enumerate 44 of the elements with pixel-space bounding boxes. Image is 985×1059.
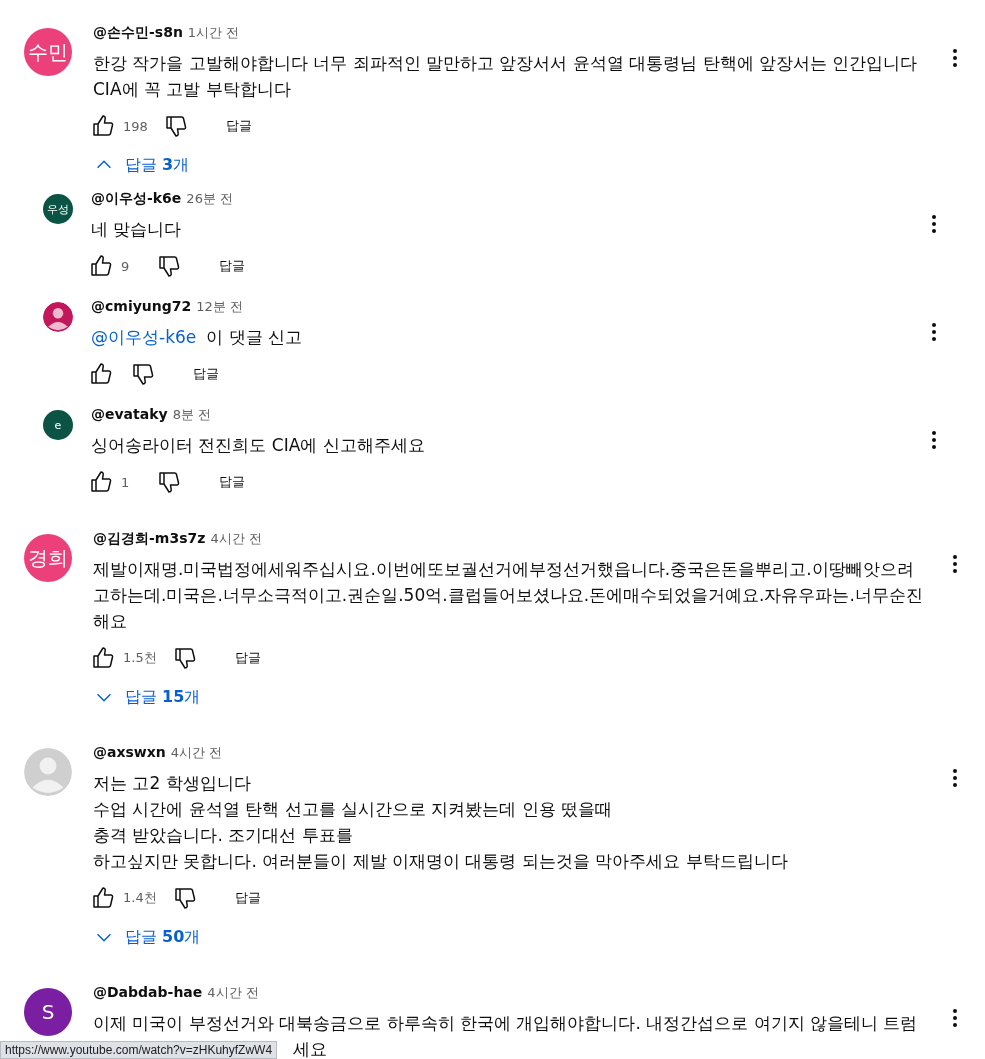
author-name[interactable]: @손수민-s8n [93, 24, 183, 42]
avatar[interactable]: 경희 [24, 534, 72, 582]
like-count: 1 [121, 474, 131, 490]
author-name[interactable]: @이우성-k6e [91, 190, 182, 208]
author-name[interactable]: @Dabdab-hae [93, 984, 203, 1000]
author-name[interactable]: @cmiyung72 [91, 298, 192, 314]
comment-time[interactable]: 4시간 전 [170, 744, 223, 762]
comment-time[interactable]: 4시간 전 [210, 530, 262, 548]
reply-button[interactable]: 답글 [217, 111, 260, 141]
comment-text: 세요 [293, 1038, 327, 1059]
comment-text: 저는 고2 학생입니다 수업 시간에 윤석열 탄핵 선고를 실시간으로 지켜봤는데 인용 떴을때 충격 받았습니다. 조기대선 투표를 하고싶지만 못합니다. 여러분들이 제발 이재명이 대통령 되는것을 막아주세요 부탁드립니다 [93, 772, 789, 873]
avatar[interactable]: 우성 [43, 194, 73, 224]
author-name[interactable]: @김경희-m3s7z [93, 530, 206, 548]
reply-button[interactable]: 답글 [211, 467, 253, 497]
replies-toggle[interactable]: 답글 50개 [93, 920, 201, 954]
avatar[interactable] [43, 302, 73, 332]
reply-button[interactable]: 답글 [211, 251, 253, 281]
comment-text: 제발이재명.미국법정에세워주십시요.이번에또보궐선거에부정선거했읍니다.중국은돈을뿌리고.이땅빼앗으려고하는데.미국은.너무소극적이고.권순일.50억.클럽들어보셨나요.돈에매수되었을거예요.자유우파는.너무순진해요 [93, 558, 924, 633]
replies-toggle[interactable]: 답글 3개 [93, 148, 190, 182]
comment-time[interactable]: 4시간 전 [207, 984, 259, 1002]
author-name[interactable]: @axswxn [93, 744, 166, 760]
mention-link[interactable]: @이우성-k6e [91, 327, 197, 347]
author-name[interactable]: @evataky [91, 406, 168, 422]
replies-toggle[interactable]: 답글 15개 [93, 680, 201, 714]
like-count: 1.5천 [123, 649, 157, 667]
reply-button[interactable]: 답글 [185, 359, 227, 389]
like-count: 9 [121, 258, 131, 274]
comment-time[interactable]: 8분 전 [172, 406, 212, 424]
comment-text: 네 맞습니다 [91, 218, 183, 241]
comment-text: @이우성-k6e 이 댓글 신고 [91, 326, 304, 349]
like-count: 1.4천 [123, 889, 157, 907]
like-count: 198 [123, 118, 148, 134]
comment-time[interactable]: 12분 전 [196, 298, 243, 316]
avatar[interactable]: 수민 [24, 28, 72, 76]
comment-time[interactable]: 26분 전 [186, 190, 234, 208]
avatar[interactable]: e [43, 410, 73, 440]
comment-text: 싱어송라이터 전진희도 CIA에 신고해주세요 [91, 434, 426, 457]
comment-text: 한강 작가을 고발해야합니다 너무 죄파적인 말만하고 앞장서서 윤석열 대통령님 탄핵에 앞장서는 인간입니다 CIA에 꼭 고발 부탁합니다 [93, 52, 919, 101]
avatar[interactable]: S [24, 988, 72, 1036]
comment-text: 이제 미국이 부정선거와 대북송금으로 하루속히 한국에 개입해야합니다. 내정간섭으로 여기지 않을테니 트럼 [93, 1012, 919, 1035]
comment-time[interactable]: 1시간 전 [187, 24, 240, 42]
reply-button[interactable]: 답글 [226, 883, 269, 913]
reply-button[interactable]: 답글 [226, 643, 269, 673]
status-bar-url: https://www.youtube.com/watch?v=zHKuhyfZwW4 [0, 1041, 278, 1059]
